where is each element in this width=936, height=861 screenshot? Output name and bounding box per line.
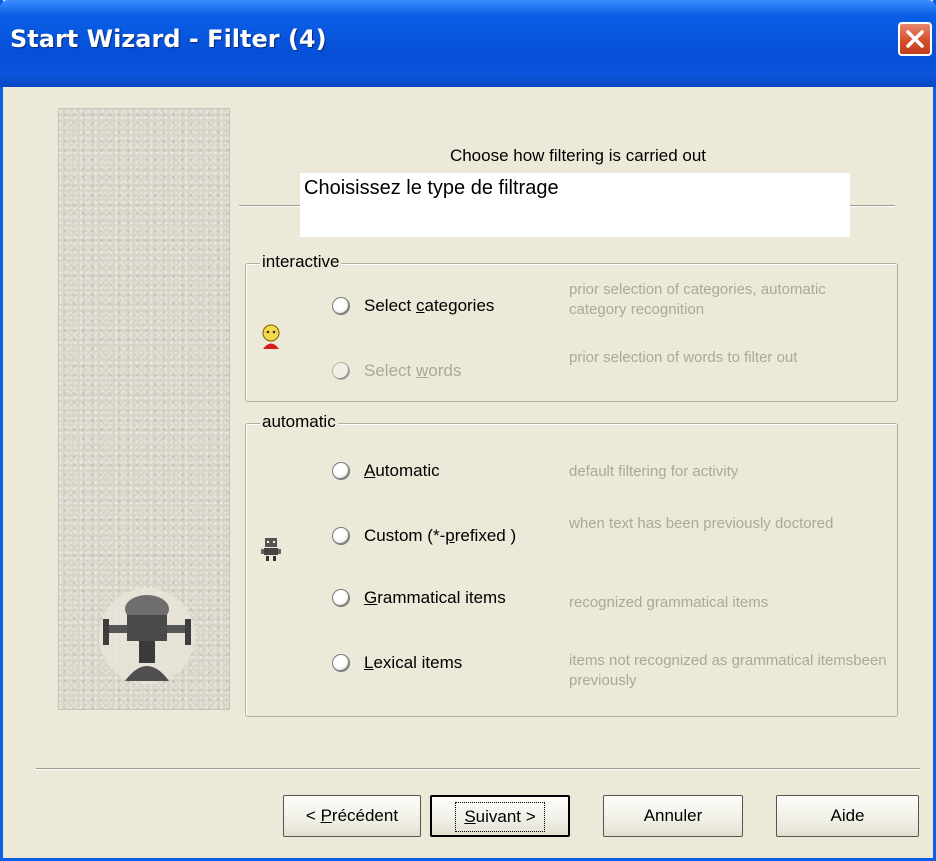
option-lexical-items-description: items not recognized as grammatical item… xyxy=(569,652,887,689)
radio-select-categories[interactable] xyxy=(332,297,350,315)
wizard-window: Start Wizard - Filter (4) Choose how fil… xyxy=(0,0,936,861)
option-automatic-label: Automatic xyxy=(364,461,440,480)
radio-custom-prefixed[interactable] xyxy=(332,527,350,545)
interactive-group-legend: interactive xyxy=(260,252,342,272)
option-select-words-label: Select words xyxy=(364,361,462,380)
header-separator-left xyxy=(239,205,301,207)
radio-automatic[interactable] xyxy=(332,462,350,480)
next-button-focus: Suivant > xyxy=(455,802,545,832)
interactive-group: interactive Select categories prior sele… xyxy=(245,252,898,402)
title-bar[interactable]: Start Wizard - Filter (4) xyxy=(0,0,936,87)
help-button[interactable]: Aide xyxy=(776,795,919,837)
option-lexical-items-label: Lexical items xyxy=(364,653,463,672)
header-separator-right xyxy=(849,205,895,207)
option-select-categories-description: prior selection of categories, automatic… xyxy=(569,281,826,318)
close-icon xyxy=(906,30,924,48)
option-custom-prefixed[interactable]: Custom (*-prefixed ) xyxy=(332,526,516,546)
footer-separator xyxy=(36,768,920,770)
option-select-categories[interactable]: Select categories xyxy=(332,296,494,316)
cancel-button[interactable]: Annuler xyxy=(603,795,743,837)
option-custom-prefixed-label: Custom (*-prefixed ) xyxy=(364,526,517,545)
radio-select-words[interactable] xyxy=(332,362,350,380)
next-button[interactable]: Suivant > xyxy=(430,795,570,837)
close-button[interactable] xyxy=(898,22,932,56)
option-lexical-items[interactable]: Lexical items xyxy=(332,653,462,673)
wizard-side-image xyxy=(58,108,230,710)
person-icon xyxy=(262,324,280,349)
option-grammatical-items[interactable]: Grammatical items xyxy=(332,588,506,608)
option-select-words[interactable]: Select words xyxy=(332,361,461,381)
robot-icon xyxy=(261,538,281,561)
automatic-group-legend: automatic xyxy=(260,412,338,432)
option-custom-prefixed-description: when text has been previously doctored xyxy=(569,515,834,532)
option-grammatical-items-description: recognized grammatical items xyxy=(569,594,769,611)
option-grammatical-items-label: Grammatical items xyxy=(364,588,506,607)
option-automatic-description: default filtering for activity xyxy=(569,463,739,480)
logo-icon xyxy=(99,588,195,684)
back-button[interactable]: < Précédent xyxy=(283,795,421,837)
radio-grammatical-items[interactable] xyxy=(332,589,350,607)
radio-lexical-items[interactable] xyxy=(332,654,350,672)
window-title: Start Wizard - Filter (4) xyxy=(10,25,327,53)
automatic-group: automatic Automatic default filtering fo… xyxy=(245,412,898,717)
option-select-words-description: prior selection of words to filter out xyxy=(569,349,798,366)
instruction-french: Choisissez le type de filtrage xyxy=(304,177,559,199)
instruction-french-box: Choisissez le type de filtrage xyxy=(300,173,850,237)
option-select-categories-label: Select categories xyxy=(364,296,495,315)
option-automatic[interactable]: Automatic xyxy=(332,461,440,481)
instruction-english: Choose how filtering is carried out xyxy=(449,146,707,165)
